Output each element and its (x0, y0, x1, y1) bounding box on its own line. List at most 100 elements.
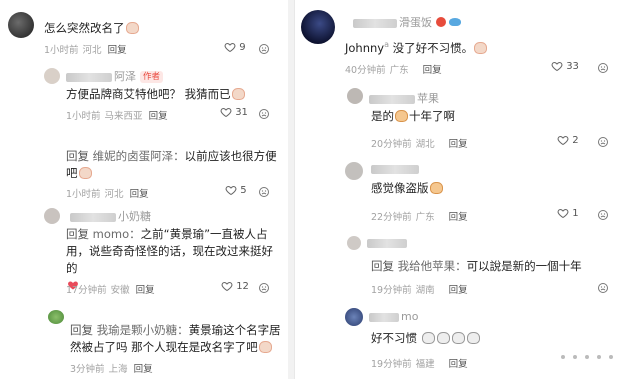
like-button[interactable]: 31 (220, 106, 248, 118)
smile-emoji-icon (78, 167, 92, 179)
comment-location: 广东 (415, 212, 435, 223)
avatar[interactable] (347, 88, 363, 104)
comment-author-name[interactable]: 滑蛋饭 (353, 14, 461, 30)
comment-author-name[interactable] (367, 236, 409, 249)
avatar[interactable] (48, 310, 64, 324)
comment-text: Johnnya 没了好不习惯。 (345, 36, 488, 57)
comment-text: 回复 维妮的卤蛋阿泽：以前应该也很方便 吧 (66, 149, 277, 180)
like-count: 33 (566, 61, 579, 72)
comment-text: 是的 十年了啊 (371, 109, 455, 123)
reply-button[interactable]: 回复 (423, 65, 442, 76)
comment-meta: 40分钟前 广东 回复 (345, 62, 442, 76)
comment-author-name[interactable] (371, 162, 421, 175)
comment-meta: 3分钟前 上海 回复 (70, 361, 153, 375)
like-button[interactable]: 9 (224, 41, 246, 53)
reply-button[interactable]: 回复 (449, 139, 468, 150)
comment-text: 感觉像盗版 (371, 180, 444, 197)
comment-location: 广东 (389, 65, 409, 76)
comment-text: 好不习惯 (371, 330, 481, 347)
comment-text: 怎么突然改名了 (44, 20, 140, 37)
heart-icon (557, 208, 569, 219)
comment-location: 湖北 (415, 139, 435, 150)
cat-emoji-icon (395, 110, 408, 122)
comment-meta: 19分钟前 湖南 回复 (371, 282, 468, 296)
cat-face-emoji-icon (466, 332, 480, 344)
avatar[interactable] (301, 10, 335, 44)
like-button[interactable]: 1 (557, 207, 579, 219)
reply-button[interactable]: 回复 (149, 111, 168, 122)
like-button[interactable]: 12 (221, 280, 249, 292)
reply-button[interactable]: 回复 (108, 45, 127, 56)
comment-author-name[interactable]: 苹果 (369, 90, 439, 106)
like-button[interactable]: 33 (551, 60, 579, 72)
reply-button[interactable]: 回复 (449, 285, 468, 296)
comment-time: 19分钟前 (371, 359, 412, 370)
author-badge: 作者 (140, 71, 164, 83)
avatar[interactable] (347, 236, 361, 250)
comment-author-name[interactable]: 小奶糖 (70, 208, 151, 224)
comment-author-name[interactable]: mo (369, 310, 418, 323)
avatar[interactable] (44, 68, 60, 84)
like-count: 12 (236, 281, 249, 292)
comment-meta: 1小时前 河北 回复 (44, 42, 127, 56)
comment-text: 回复 我瑜是颗小奶糖：黄景瑜这个名字居 然被占了吗 那个人现在是改名字了吧 (70, 323, 281, 354)
comment-location: 上海 (108, 364, 128, 375)
smile-emoji-icon (125, 22, 139, 34)
comment-time: 1小时前 (66, 189, 101, 200)
reply-button[interactable]: 回复 (136, 285, 155, 296)
avatar[interactable] (345, 162, 363, 180)
comment-meta: 22分钟前 广东 回复 (371, 209, 468, 223)
dislike-icon[interactable] (597, 136, 609, 148)
comment-meta: 19分钟前 福建 回复 (371, 356, 468, 370)
comment-author-name[interactable]: 阿泽 作者 (66, 68, 164, 84)
comment-meta: 1小时前 河北 回复 (66, 186, 149, 200)
heart-icon (220, 107, 232, 118)
comment-text: 方便品牌商艾特他吧？ 我猜而已 (66, 86, 246, 103)
comment-time: 17分钟前 (66, 285, 107, 296)
like-button[interactable]: 2 (557, 134, 579, 146)
comment-meta: 1小时前 马来西亚 回复 (66, 108, 168, 122)
cat-emoji-icon (429, 182, 443, 194)
cat-face-emoji-icon (421, 332, 435, 344)
reply-button[interactable]: 回复 (449, 359, 468, 370)
dislike-icon[interactable] (258, 186, 270, 198)
reply-button[interactable]: 回复 (130, 189, 149, 200)
comment-location: 安徽 (110, 285, 130, 296)
reply-button[interactable]: 回复 (449, 212, 468, 223)
avatar[interactable] (44, 208, 60, 224)
like-count: 1 (572, 208, 579, 219)
like-count: 9 (239, 42, 246, 53)
comment-meta: 17分钟前 安徽 回复 (66, 282, 155, 296)
like-count: 31 (235, 107, 248, 118)
smile-emoji-icon (474, 41, 488, 54)
dislike-icon[interactable] (258, 43, 270, 55)
heart-icon (221, 281, 233, 292)
like-button[interactable]: 5 (225, 184, 247, 196)
cat-face-emoji-icon (451, 332, 465, 344)
comment-location: 河北 (82, 45, 102, 56)
comment-location: 马来西亚 (104, 111, 143, 122)
tomato-emoji-icon (435, 17, 446, 27)
dislike-icon[interactable] (597, 209, 609, 221)
whale-emoji-icon (449, 18, 461, 26)
comment-meta: 20分钟前 湖北 回复 (371, 136, 468, 150)
user-prefix: Johnny (345, 40, 385, 55)
cat-face-emoji-icon (436, 332, 450, 344)
comment-time: 40分钟前 (345, 65, 386, 76)
comment-location: 福建 (415, 359, 435, 370)
reply-button[interactable]: 回复 (134, 364, 153, 375)
comment-time: 1小时前 (44, 45, 79, 56)
comment-time: 20分钟前 (371, 139, 412, 150)
dislike-icon[interactable] (597, 62, 609, 74)
dislike-icon[interactable] (597, 282, 609, 294)
like-count: 5 (240, 185, 247, 196)
avatar[interactable] (8, 12, 34, 38)
comment-time: 22分钟前 (371, 212, 412, 223)
comment-time: 19分钟前 (371, 285, 412, 296)
dislike-icon[interactable] (258, 282, 270, 294)
comment-time: 3分钟前 (70, 364, 105, 375)
dislike-icon[interactable] (258, 108, 270, 120)
avatar[interactable] (345, 308, 363, 326)
heart-icon (557, 135, 569, 146)
watermark-icon (561, 355, 613, 359)
